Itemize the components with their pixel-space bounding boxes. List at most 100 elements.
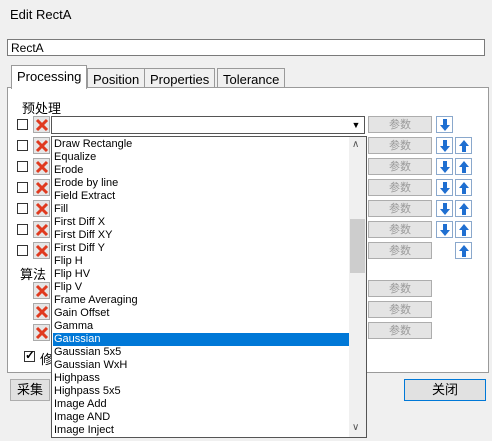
tab-properties[interactable]: Properties xyxy=(144,68,216,89)
param-button[interactable]: 参数 xyxy=(368,158,432,175)
capture-button[interactable]: 采集 xyxy=(10,379,50,401)
arrow-up-icon xyxy=(459,140,469,152)
tab-processing[interactable]: Processing xyxy=(11,65,88,89)
dropdown-item[interactable]: First Diff Y xyxy=(53,242,351,255)
row-enable-checkbox[interactable] xyxy=(17,140,28,151)
move-up-button[interactable] xyxy=(455,221,472,238)
delete-button[interactable] xyxy=(33,324,50,341)
delete-icon xyxy=(35,139,49,153)
move-down-button[interactable] xyxy=(436,158,453,175)
delete-icon xyxy=(35,118,49,132)
row-enable-checkbox[interactable] xyxy=(17,182,28,193)
dropdown-item[interactable]: Flip HV xyxy=(53,268,351,281)
scroll-down-icon[interactable]: ∨ xyxy=(352,422,359,433)
move-up-button[interactable] xyxy=(455,137,472,154)
delete-button[interactable] xyxy=(33,179,50,196)
dropdown-item[interactable]: Highpass 5x5 xyxy=(53,385,351,398)
row-enable-checkbox[interactable] xyxy=(17,224,28,235)
dropdown-item[interactable]: First Diff X xyxy=(53,216,351,229)
scroll-up-icon[interactable]: ∧ xyxy=(352,139,359,150)
arrow-down-icon xyxy=(440,119,450,131)
preprocess-label: 预处理 xyxy=(22,101,62,116)
delete-icon xyxy=(35,181,49,195)
dropdown-item[interactable]: Gain Offset xyxy=(53,307,351,320)
move-down-button[interactable] xyxy=(436,137,453,154)
window-title: Edit RectA xyxy=(10,7,72,22)
filter-combo[interactable]: ▼ xyxy=(51,116,365,134)
move-down-button[interactable] xyxy=(436,200,453,217)
param-button[interactable]: 参数 xyxy=(368,116,432,133)
dropdown-item[interactable]: Gaussian WxH xyxy=(53,359,351,372)
row-enable-checkbox[interactable] xyxy=(17,203,28,214)
row-enable-checkbox[interactable] xyxy=(17,161,28,172)
dropdown-item[interactable]: Gaussian xyxy=(53,333,351,346)
dropdown-item[interactable]: Gamma xyxy=(53,320,351,333)
arrow-up-icon xyxy=(459,224,469,236)
close-button[interactable]: 关闭 xyxy=(404,379,486,401)
arrow-down-icon xyxy=(440,161,450,173)
move-down-button[interactable] xyxy=(436,116,453,133)
dropdown-item[interactable]: Erode xyxy=(53,164,351,177)
dropdown-item[interactable]: Fill xyxy=(53,203,351,216)
tab-position[interactable]: Position xyxy=(87,68,146,89)
param-button[interactable]: 参数 xyxy=(368,137,432,154)
dropdown-item[interactable]: Erode by line xyxy=(53,177,351,190)
move-down-button[interactable] xyxy=(436,179,453,196)
delete-icon xyxy=(35,202,49,216)
move-down-button[interactable] xyxy=(436,221,453,238)
dropdown-item[interactable]: Highpass xyxy=(53,372,351,385)
dropdown-item[interactable]: Frame Averaging xyxy=(53,294,351,307)
param-button[interactable]: 参数 xyxy=(368,280,432,297)
dropdown-item[interactable]: Field Extract xyxy=(53,190,351,203)
delete-icon xyxy=(35,326,49,340)
delete-icon xyxy=(35,223,49,237)
dropdown-item[interactable]: Equalize xyxy=(53,151,351,164)
dropdown-item[interactable]: Image Add xyxy=(53,398,351,411)
param-button[interactable]: 参数 xyxy=(368,200,432,217)
delete-button[interactable] xyxy=(33,242,50,259)
delete-button[interactable] xyxy=(33,137,50,154)
delete-icon xyxy=(35,305,49,319)
dropdown-item[interactable]: Flip H xyxy=(53,255,351,268)
dropdown-item[interactable]: Image Inject xyxy=(53,424,351,437)
arrow-up-icon xyxy=(459,245,469,257)
row-enable-checkbox[interactable] xyxy=(17,245,28,256)
move-up-button[interactable] xyxy=(455,242,472,259)
move-up-button[interactable] xyxy=(455,158,472,175)
param-button[interactable]: 参数 xyxy=(368,179,432,196)
arrow-down-icon xyxy=(440,140,450,152)
delete-icon xyxy=(35,284,49,298)
name-field[interactable]: RectA xyxy=(7,39,485,56)
modify-checkbox[interactable] xyxy=(24,348,35,362)
dropdown-item[interactable]: Draw Rectangle xyxy=(53,138,351,151)
dropdown-item[interactable]: Flip V xyxy=(53,281,351,294)
delete-button[interactable] xyxy=(33,158,50,175)
param-button[interactable]: 参数 xyxy=(368,322,432,339)
arrow-up-icon xyxy=(459,161,469,173)
delete-button[interactable] xyxy=(33,200,50,217)
delete-button[interactable] xyxy=(33,221,50,238)
dropdown-item[interactable]: Gaussian 5x5 xyxy=(53,346,351,359)
chevron-down-icon[interactable]: ▼ xyxy=(349,118,363,132)
delete-button[interactable] xyxy=(33,116,50,133)
delete-button[interactable] xyxy=(33,282,50,299)
param-button[interactable]: 参数 xyxy=(368,242,432,259)
param-button[interactable]: 参数 xyxy=(368,221,432,238)
scrollbar-thumb[interactable] xyxy=(350,219,365,273)
param-button[interactable]: 参数 xyxy=(368,301,432,318)
delete-icon xyxy=(35,244,49,258)
move-up-button[interactable] xyxy=(455,200,472,217)
dropdown-item[interactable]: Image AND xyxy=(53,411,351,424)
arrow-down-icon xyxy=(440,182,450,194)
filter-dropdown-list[interactable]: Draw Rectangle Equalize Erode Erode by line… xyxy=(51,136,367,438)
arrow-down-icon xyxy=(440,203,450,215)
row-enable-checkbox[interactable] xyxy=(17,119,28,130)
delete-button[interactable] xyxy=(33,303,50,320)
arrow-down-icon xyxy=(440,224,450,236)
move-up-button[interactable] xyxy=(455,179,472,196)
dropdown-scrollbar[interactable]: ∧ ∨ xyxy=(349,137,366,437)
arrow-up-icon xyxy=(459,203,469,215)
dropdown-item[interactable]: First Diff XY xyxy=(53,229,351,242)
tab-tolerance[interactable]: Tolerance xyxy=(217,68,286,89)
algorithm-label: 算法 xyxy=(20,267,47,282)
